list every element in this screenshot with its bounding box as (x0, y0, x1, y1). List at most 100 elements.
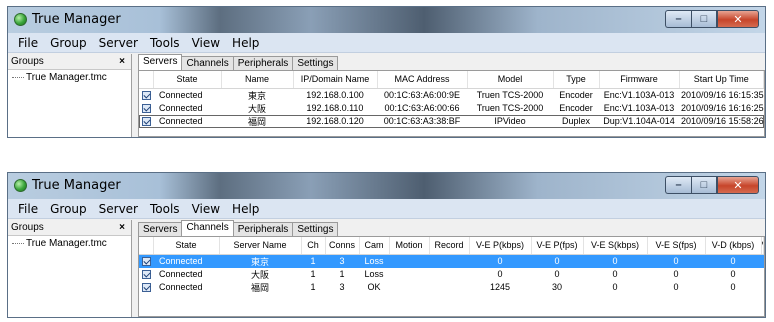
row-checkbox[interactable] (139, 88, 153, 102)
cell-ip: 192.168.0.110 (306, 103, 364, 113)
cell-model: Truen TCS-2000 (476, 90, 544, 100)
checkbox-checked-icon (141, 270, 151, 280)
checkbox-checked-icon (141, 257, 151, 267)
column-header-motion[interactable]: Motion (389, 237, 430, 255)
close-button[interactable]: ✕ (717, 176, 759, 194)
title-bar[interactable]: True Manager – □ ✕ (8, 173, 765, 199)
close-button[interactable]: ✕ (717, 10, 759, 28)
tree-connector (12, 243, 24, 244)
menu-tools[interactable]: Tools (144, 202, 186, 216)
cell-ves-fps: 0 (673, 282, 679, 292)
table-row[interactable]: Connected 福岡 192.168.0.120 00:1C:63:A3:3… (139, 115, 764, 128)
servers-table: State Name IP/Domain Name MAC Address Mo… (139, 71, 764, 128)
tab-servers[interactable]: Servers (138, 222, 183, 236)
column-header-name[interactable]: Name (221, 71, 294, 89)
maximize-button[interactable]: □ (691, 176, 717, 194)
tab-peripherals[interactable]: Peripherals (232, 56, 294, 70)
menu-group[interactable]: Group (44, 36, 93, 50)
cell-vep-kbps: 0 (497, 269, 503, 279)
cell-cam: Loss (364, 269, 384, 279)
title-bar[interactable]: True Manager – □ ✕ (8, 7, 765, 33)
groups-header: Groups × (8, 220, 131, 236)
tab-settings[interactable]: Settings (292, 56, 339, 70)
minimize-button[interactable]: – (665, 176, 691, 194)
column-header-state[interactable]: State (153, 71, 222, 89)
menu-help[interactable]: Help (226, 202, 265, 216)
column-header-check[interactable] (139, 71, 154, 89)
menu-group[interactable]: Group (44, 202, 93, 216)
tab-channels[interactable]: Channels (181, 220, 234, 236)
column-header-mac[interactable]: MAC Address (377, 71, 468, 89)
cell-mac: 00:1C:63:A3:38:BF (383, 116, 461, 126)
menu-server[interactable]: Server (93, 202, 144, 216)
cell-server-name: 福岡 (250, 282, 269, 293)
tab-channels[interactable]: Channels (181, 56, 234, 70)
column-header-cam[interactable]: Cam (359, 237, 390, 255)
column-header-vep-fps[interactable]: V-E P(fps) (531, 237, 584, 255)
cell-vd-kbps: 0 (705, 254, 761, 268)
cell-state: Connected (159, 103, 203, 113)
column-header-conns[interactable]: Conns (325, 237, 360, 255)
app-icon (14, 179, 27, 192)
cell-name: 東京 (247, 90, 266, 101)
column-header-ch[interactable]: Ch (301, 237, 326, 255)
cell-vep-fps: 0 (554, 269, 560, 279)
column-header-firmware[interactable]: Firmware (599, 71, 680, 89)
tree-item-true-manager[interactable]: True Manager.tmc (8, 236, 131, 249)
column-header-ip[interactable]: IP/Domain Name (293, 71, 378, 89)
column-header-check[interactable] (139, 237, 154, 255)
row-checkbox[interactable] (139, 254, 153, 268)
cell-record (429, 254, 469, 268)
menu-file[interactable]: File (12, 36, 44, 50)
column-header-record[interactable]: Record (429, 237, 470, 255)
column-header-ves-kbps[interactable]: V-E S(kbps) (583, 237, 648, 255)
menu-bar: File Group Server Tools View Help (8, 199, 765, 219)
table-row-selected[interactable]: Connected 東京 1 3 Loss 0 0 0 0 0 (139, 254, 764, 268)
row-checkbox[interactable] (139, 102, 153, 115)
table-row[interactable]: Connected 東京 192.168.0.100 00:1C:63:A6:0… (139, 88, 764, 102)
cell-firmware: Enc:V1.103A-013 (603, 103, 675, 113)
column-header-startup[interactable]: Start Up Time (679, 71, 764, 89)
tab-servers[interactable]: Servers (138, 54, 183, 70)
column-header-type[interactable]: Type (553, 71, 600, 89)
row-checkbox[interactable] (139, 268, 153, 281)
cell-vep-fps: 30 (551, 282, 562, 292)
maximize-button[interactable]: □ (691, 10, 717, 28)
cell-vep-kbps: 1245 (489, 282, 511, 292)
column-header-vd-kbps[interactable]: V-D (kbps) (705, 237, 762, 255)
column-header-state[interactable]: State (153, 237, 220, 255)
table-row[interactable]: Connected 大阪 192.168.0.110 00:1C:63:A6:0… (139, 102, 764, 115)
menu-view[interactable]: View (186, 36, 226, 50)
column-header-vep-kbps[interactable]: V-E P(kbps) (469, 237, 532, 255)
cell-state: Connected (159, 282, 203, 292)
tab-settings[interactable]: Settings (292, 222, 339, 236)
tab-strip: Servers Channels Peripherals Settings (136, 220, 765, 236)
cell-motion (389, 254, 429, 268)
cell-server-name: 東京 (219, 254, 301, 268)
menu-help[interactable]: Help (226, 36, 265, 50)
column-header-ves-fps[interactable]: V-E S(fps) (647, 237, 706, 255)
menu-view[interactable]: View (186, 202, 226, 216)
cell-state: Connected (159, 90, 203, 100)
cell-mac: 00:1C:63:A6:00:66 (384, 103, 460, 113)
menu-tools[interactable]: Tools (144, 36, 186, 50)
tree-item-true-manager[interactable]: True Manager.tmc (8, 70, 131, 83)
cell-motion (389, 268, 429, 281)
cell-state: Connected (153, 254, 219, 268)
tab-peripherals[interactable]: Peripherals (232, 222, 294, 236)
minimize-button[interactable]: – (665, 10, 691, 28)
groups-close-icon[interactable]: × (119, 56, 125, 67)
cell-record (429, 281, 469, 294)
row-checkbox[interactable] (139, 281, 153, 294)
table-row[interactable]: Connected 福岡 1 3 OK 1245 30 0 0 0 (139, 281, 764, 294)
menu-file[interactable]: File (12, 202, 44, 216)
menu-server[interactable]: Server (93, 36, 144, 50)
groups-close-icon[interactable]: × (119, 222, 125, 233)
row-checkbox[interactable] (139, 115, 153, 128)
minimize-icon: – (675, 13, 682, 25)
table-row[interactable]: Connected 大阪 1 1 Loss 0 0 0 0 0 (139, 268, 764, 281)
column-header-server-name[interactable]: Server Name (219, 237, 302, 255)
column-header-model[interactable]: Model (467, 71, 554, 89)
groups-panel: Groups × True Manager.tmc (8, 220, 132, 317)
column-header-v-truncated[interactable]: V- (761, 237, 764, 255)
